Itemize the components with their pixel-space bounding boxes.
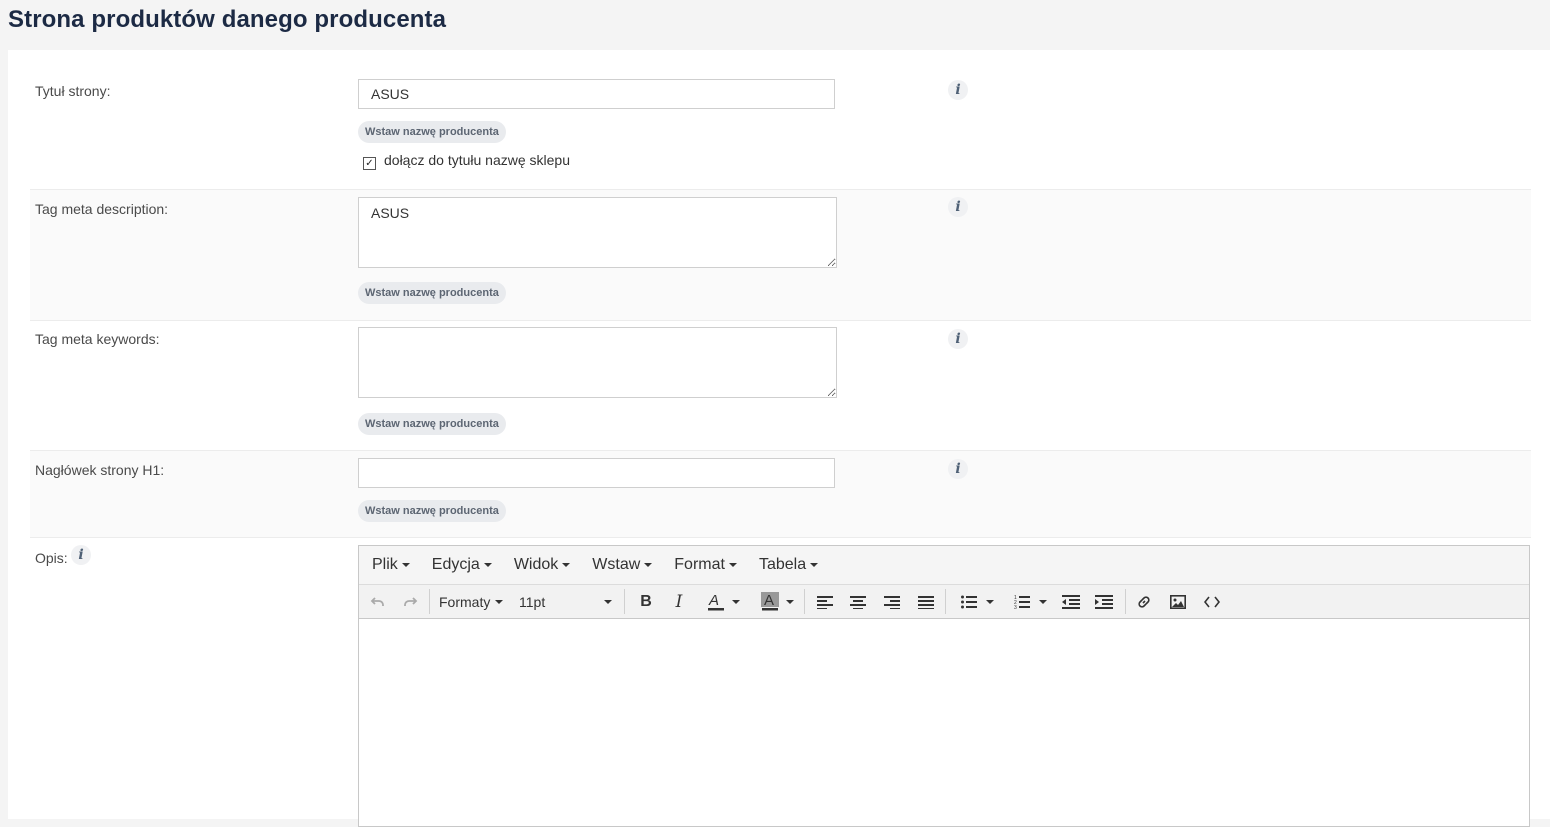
editor-content-area[interactable] bbox=[359, 619, 1529, 826]
menu-table[interactable]: Tabela bbox=[752, 556, 825, 574]
row-h1-heading: Nagłówek strony H1: Wstaw nazwę producen… bbox=[30, 451, 1531, 538]
meta-description-textarea[interactable]: ASUS bbox=[358, 197, 837, 268]
link-icon[interactable] bbox=[1133, 590, 1155, 614]
menu-insert[interactable]: Wstaw bbox=[585, 556, 659, 574]
bold-icon[interactable]: B bbox=[635, 590, 657, 614]
append-shop-name-option[interactable]: ✓ dołącz do tytułu nazwę sklepu bbox=[363, 152, 570, 170]
align-justify-icon[interactable] bbox=[915, 590, 937, 614]
rich-text-editor: Plik Edycja Widok Wstaw Format Tabela Fo… bbox=[358, 545, 1530, 827]
redo-icon[interactable] bbox=[399, 590, 421, 614]
description-label: Opis: bbox=[35, 550, 68, 566]
bullet-list-icon[interactable] bbox=[956, 590, 998, 614]
editor-toolbar: Formaty 11pt B I A A 1 2 3 bbox=[359, 585, 1529, 619]
row-meta-description: Tag meta description: ASUS Wstaw nazwę p… bbox=[30, 190, 1531, 321]
svg-text:3: 3 bbox=[1014, 605, 1017, 610]
formats-dropdown[interactable]: Formaty bbox=[439, 590, 504, 614]
h1-heading-input[interactable] bbox=[358, 458, 835, 488]
menu-edit[interactable]: Edycja bbox=[425, 556, 499, 574]
field-label: Tag meta keywords: bbox=[35, 331, 160, 347]
insert-producer-name-button[interactable]: Wstaw nazwę producenta bbox=[358, 282, 506, 304]
svg-text:A: A bbox=[708, 592, 719, 609]
text-color-icon[interactable]: A bbox=[701, 590, 745, 614]
insert-producer-name-button[interactable]: Wstaw nazwę producenta bbox=[358, 413, 506, 435]
info-icon[interactable]: i bbox=[948, 80, 968, 100]
field-label: Tag meta description: bbox=[35, 201, 169, 217]
undo-icon[interactable] bbox=[367, 590, 389, 614]
align-left-icon[interactable] bbox=[814, 590, 836, 614]
align-center-icon[interactable] bbox=[847, 590, 869, 614]
menu-format[interactable]: Format bbox=[667, 556, 744, 574]
append-shop-name-checkbox[interactable]: ✓ bbox=[363, 157, 376, 170]
row-meta-keywords: Tag meta keywords: Wstaw nazwę producent… bbox=[30, 321, 1531, 451]
source-code-icon[interactable] bbox=[1201, 590, 1223, 614]
insert-producer-name-button[interactable]: Wstaw nazwę producenta bbox=[358, 121, 506, 143]
info-icon[interactable]: i bbox=[948, 459, 968, 479]
outdent-icon[interactable] bbox=[1059, 590, 1083, 614]
description-info-icon[interactable]: i bbox=[71, 545, 91, 565]
field-label: Tytuł strony: bbox=[35, 83, 111, 99]
menu-file[interactable]: Plik bbox=[365, 556, 417, 574]
indent-icon[interactable] bbox=[1092, 590, 1116, 614]
row-page-title: Tytuł strony: Wstaw nazwę producenta ✓ do… bbox=[30, 50, 1531, 190]
numbered-list-icon[interactable]: 123 bbox=[1009, 590, 1051, 614]
field-label: Nagłówek strony H1: bbox=[35, 462, 165, 478]
page-title-input[interactable] bbox=[358, 79, 835, 109]
info-icon[interactable]: i bbox=[948, 329, 968, 349]
svg-text:A: A bbox=[764, 592, 774, 609]
font-size-dropdown[interactable]: 11pt bbox=[519, 590, 614, 614]
page-title: Strona produktów danego producenta bbox=[8, 6, 447, 33]
editor-menubar: Plik Edycja Widok Wstaw Format Tabela bbox=[359, 546, 1529, 585]
form-panel: Tytuł strony: Wstaw nazwę producenta ✓ do… bbox=[8, 50, 1550, 827]
info-icon[interactable]: i bbox=[948, 197, 968, 217]
insert-producer-name-button[interactable]: Wstaw nazwę producenta bbox=[358, 500, 506, 522]
background-color-icon[interactable]: A bbox=[755, 590, 799, 614]
italic-icon[interactable]: I bbox=[668, 590, 690, 614]
image-icon[interactable] bbox=[1167, 590, 1189, 614]
menu-view[interactable]: Widok bbox=[507, 556, 577, 574]
align-right-icon[interactable] bbox=[881, 590, 903, 614]
meta-keywords-textarea[interactable] bbox=[358, 327, 837, 398]
checkbox-label: dołącz do tytułu nazwę sklepu bbox=[384, 152, 570, 168]
